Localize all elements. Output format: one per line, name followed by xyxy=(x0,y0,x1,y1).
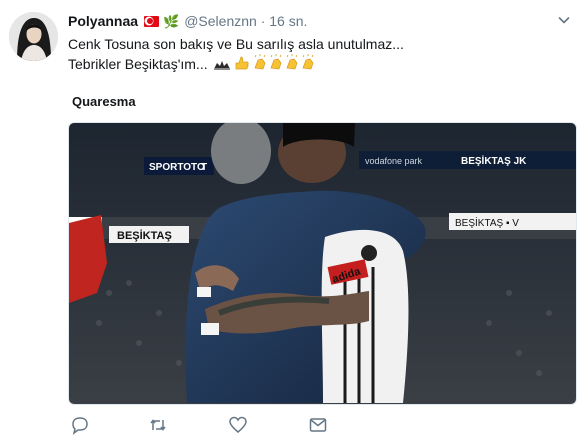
banner-besiktas-jk: BEŞİKTAŞ JK xyxy=(461,154,527,167)
like-icon[interactable] xyxy=(228,415,248,435)
tweet-text-line-2: Tebrikler Beşiktaş'ım... xyxy=(68,54,568,77)
tweet-actions xyxy=(68,415,488,435)
olive-branch-icon: 🌿 xyxy=(163,14,180,29)
turkish-flag-icon xyxy=(144,16,160,27)
clapping-hands-icon xyxy=(286,54,297,70)
banner-vodafone: vodafone park xyxy=(365,156,423,166)
media-caption: Quaresma xyxy=(72,94,136,109)
clapping-hands-icon xyxy=(270,54,281,70)
avatar[interactable] xyxy=(9,12,58,61)
retweet-icon[interactable] xyxy=(148,415,168,435)
board-left: BEŞİKTAŞ xyxy=(117,229,172,242)
clapping-hands-icon xyxy=(254,54,265,70)
banner-sportoto-cut: T xyxy=(201,162,207,173)
direct-message-icon[interactable] xyxy=(308,415,328,435)
display-name[interactable]: Polyannaa xyxy=(68,13,138,29)
thumbs-up-icon xyxy=(235,56,249,70)
separator-dot: · xyxy=(260,13,266,29)
tweet-text: Cenk Tosuna son bakış ve Bu sarılış asla… xyxy=(68,34,568,77)
board-right: BEŞİKTAŞ ▪ V xyxy=(455,216,519,229)
tweet-timestamp[interactable]: 16 sn. xyxy=(269,13,307,29)
banner-sportoto: SPORTOTO xyxy=(149,162,205,173)
eagle-emoji-icon xyxy=(213,61,230,70)
chevron-down-icon[interactable] xyxy=(558,14,570,26)
user-handle[interactable]: @Selenznn xyxy=(184,13,257,29)
tweet-text-line-2-text: Tebrikler Beşiktaş'ım... xyxy=(68,56,208,72)
tweet-header: Polyannaa 🌿 @Selenznn · 16 sn. xyxy=(68,12,307,31)
tweet-text-line-1: Cenk Tosuna son bakış ve Bu sarılış asla… xyxy=(68,36,404,52)
reply-icon[interactable] xyxy=(70,415,90,435)
clapping-hands-icon xyxy=(302,54,313,70)
emoji-row xyxy=(212,54,332,77)
tweet-photo[interactable]: SPORTOTO T vodafone park BEŞİKTAŞ JK BEŞ… xyxy=(68,122,577,405)
